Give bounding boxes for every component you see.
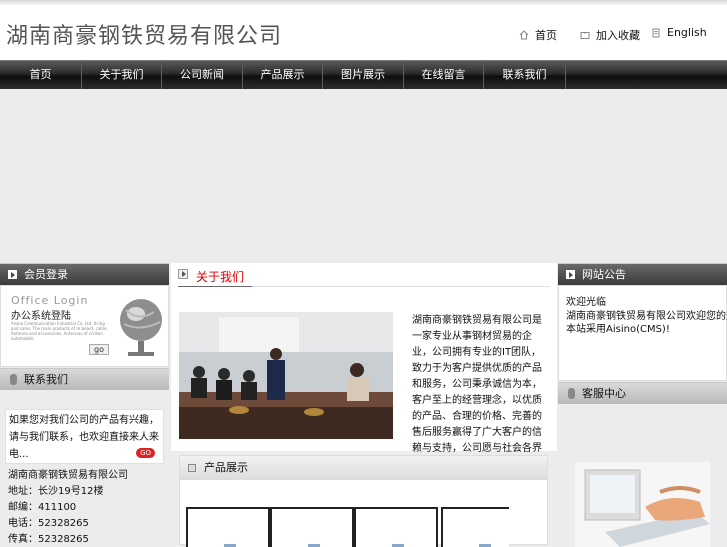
- nav-item-news[interactable]: 公司新闻: [162, 61, 243, 89]
- header-top-stripe: [0, 0, 727, 5]
- notice-title: 网站公告: [582, 268, 626, 281]
- header: 湖南商豪钢铁贸易有限公司 首页 加入收藏 English: [0, 0, 727, 60]
- about-title-underline: [178, 286, 252, 287]
- contact-us-header: 联系我们: [0, 368, 169, 390]
- products-header: 产品展示: [180, 456, 547, 480]
- office-login-banner[interactable]: Office Login 办公系统登陆 Aisino Communication…: [0, 285, 169, 367]
- favorite-link-label: 加入收藏: [596, 29, 640, 42]
- banner-area: [0, 89, 727, 263]
- products-title: 产品展示: [204, 461, 248, 474]
- company-name: 湖南商豪钢铁贸易有限公司: [6, 24, 283, 49]
- nav-item-message[interactable]: 在线留言: [404, 61, 484, 89]
- office-login-text: Office Login: [11, 294, 89, 307]
- globe-icon: [120, 299, 162, 356]
- english-link-label: English: [667, 26, 707, 39]
- contact-us-title: 联系我们: [24, 373, 68, 386]
- contact-postcode: 邮编：411100: [8, 502, 77, 513]
- contact-note-box: 如果您对我们公司的产品有兴趣，请与我们联系，也欢迎直接来人来电... GO: [5, 409, 164, 464]
- product-thumbnail[interactable]: [441, 507, 509, 547]
- nav-item-about[interactable]: 关于我们: [82, 61, 162, 89]
- contact-go-button[interactable]: GO: [136, 448, 155, 458]
- document-icon: [652, 28, 660, 37]
- office-system-login-title: 办公系统登陆: [11, 311, 71, 322]
- about-photo: [179, 312, 393, 439]
- notice-line-1[interactable]: 欢迎光临: [566, 293, 606, 308]
- about-title[interactable]: 关于我们: [196, 268, 244, 285]
- product-thumbnail[interactable]: [354, 507, 438, 547]
- nav-item-products[interactable]: 产品展示: [243, 61, 323, 89]
- home-link[interactable]: 首页: [519, 27, 557, 43]
- computer-keyboard-image: [575, 462, 710, 547]
- nav-item-contact[interactable]: 联系我们: [484, 61, 566, 89]
- lock-icon: [10, 374, 17, 385]
- product-thumbnail[interactable]: [270, 507, 354, 547]
- folder-icon: [580, 32, 590, 39]
- contact-fax: 传真：52328265: [8, 534, 89, 545]
- notice-line-3[interactable]: 本站采用Aisino(CMS)!: [566, 320, 670, 335]
- lock-icon: [568, 388, 575, 399]
- arrow-bullet-icon: [566, 270, 575, 279]
- home-link-label: 首页: [535, 29, 557, 42]
- nav-item-home[interactable]: 首页: [0, 61, 82, 89]
- member-login-title: 会员登录: [24, 268, 68, 281]
- notice-header: 网站公告: [558, 263, 727, 285]
- about-divider: [252, 286, 550, 287]
- office-login-go-button[interactable]: go: [89, 344, 109, 355]
- arrow-bullet-icon: [178, 269, 188, 279]
- home-icon: [519, 30, 529, 40]
- arrow-bullet-icon: [8, 270, 17, 279]
- contact-company: 湖南商豪钢铁贸易有限公司: [8, 470, 128, 481]
- service-center-header: 客服中心: [558, 382, 727, 404]
- favorite-link[interactable]: 加入收藏: [580, 27, 640, 43]
- member-login-header: 会员登录: [0, 263, 169, 285]
- office-login-description: Aisino Communication Industrial Co. Ltd.…: [11, 321, 108, 341]
- contact-phone: 电话：52328265: [8, 518, 89, 529]
- nav-item-pictures[interactable]: 图片展示: [323, 61, 404, 89]
- english-link[interactable]: English: [651, 26, 707, 39]
- main-nav: 首页 关于我们 公司新闻 产品展示 图片展示 在线留言 联系我们: [0, 60, 727, 89]
- product-thumbnail[interactable]: [186, 507, 270, 547]
- service-center-title: 客服中心: [582, 387, 626, 400]
- contact-address: 地址：长沙19号12楼: [8, 486, 104, 497]
- square-bullet-icon: [188, 464, 196, 472]
